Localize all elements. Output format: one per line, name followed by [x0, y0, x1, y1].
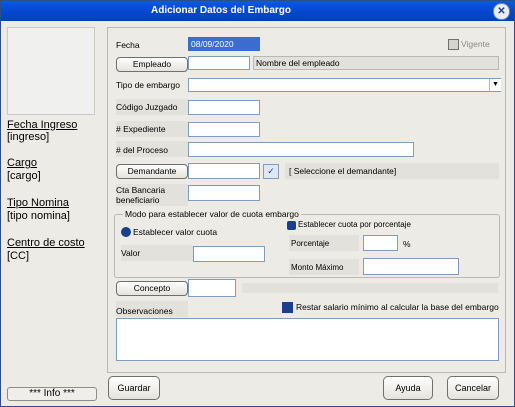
fecha-field[interactable]: 08/09/2020 — [188, 37, 260, 51]
cancelar-button[interactable]: Cancelar — [447, 376, 499, 400]
chevron-down-icon[interactable]: ▼ — [489, 79, 501, 91]
info-button[interactable]: *** Info *** — [7, 387, 97, 401]
codigo-juzgado-field[interactable] — [188, 100, 260, 115]
tipo-nomina-value: [tipo nomina] — [7, 210, 70, 222]
select-demandante-icon[interactable]: ✓ — [263, 164, 279, 179]
demandante-hint: [ Seleccione el demandante] — [289, 166, 397, 176]
employee-info-panel: Fecha Ingreso [ingreso] Cargo [cargo] Ti… — [7, 27, 95, 381]
empleado-button[interactable]: Empleado — [116, 57, 188, 72]
vigente-checkbox[interactable] — [448, 39, 459, 50]
vigente-label: Vigente — [461, 39, 490, 49]
concepto-field[interactable] — [188, 279, 236, 297]
concepto-description — [242, 283, 498, 293]
tipo-nomina-label: Tipo Nomina — [7, 197, 69, 209]
valor-label: Valor — [121, 248, 141, 258]
radio-valor-label: Establecer valor cuota — [133, 227, 218, 237]
cta-bancaria-field[interactable] — [188, 185, 260, 201]
demandante-button[interactable]: Demandante — [116, 164, 188, 179]
monto-maximo-field[interactable] — [363, 258, 459, 275]
radio-valor-cuota[interactable] — [121, 227, 131, 237]
radio-porcentaje[interactable] — [287, 221, 296, 230]
empleado-code-field[interactable] — [188, 56, 250, 70]
porcentaje-field[interactable] — [363, 235, 398, 251]
restar-salario-label: Restar salario mínimo al calcular la bas… — [296, 302, 499, 312]
codigo-juzgado-label: Código Juzgado — [116, 102, 178, 112]
form-panel: Fecha 08/09/2020 Vigente Empleado Nombre… — [107, 27, 506, 373]
centro-costo-value: [CC] — [7, 250, 29, 262]
fecha-ingreso-label: Fecha Ingreso — [7, 119, 78, 131]
radio-porcentaje-label: Establecer cuota por porcentaje — [298, 220, 411, 229]
restar-salario-checkbox[interactable] — [282, 302, 293, 313]
observaciones-textarea[interactable] — [116, 318, 499, 361]
fecha-ingreso-value: [ingreso] — [7, 131, 50, 143]
expediente-label: # Expediente — [116, 124, 166, 134]
title-bar: Adicionar Datos del Embargo ✕ — [1, 1, 514, 21]
employee-photo — [7, 27, 95, 115]
fecha-label: Fecha — [116, 40, 140, 50]
porcentaje-label: Porcentaje — [291, 239, 330, 248]
observaciones-label: Observaciones — [116, 306, 173, 316]
cuota-mode-group-title: Modo para establecer valor de cuota emba… — [123, 209, 301, 219]
cargo-value: [cargo] — [7, 170, 41, 182]
expediente-field[interactable] — [188, 122, 260, 137]
percent-sign: % — [403, 239, 411, 249]
cuota-mode-group: Modo para establecer valor de cuota emba… — [114, 209, 500, 278]
window-title: Adicionar Datos del Embargo — [150, 5, 292, 16]
tipo-embargo-select[interactable] — [188, 78, 501, 92]
proceso-label: # del Proceso — [116, 145, 168, 155]
cta-bancaria-label: Cta Bancaria beneficiario — [116, 185, 166, 205]
tipo-embargo-label: Tipo de embargo — [116, 80, 180, 90]
concepto-button[interactable]: Concepto — [116, 281, 188, 296]
monto-maximo-label: Monto Máximo — [291, 263, 344, 272]
guardar-button[interactable]: Guardar — [108, 376, 160, 400]
centro-costo-label: Centro de costo — [7, 237, 85, 249]
valor-field[interactable] — [193, 246, 265, 262]
close-icon[interactable]: ✕ — [493, 3, 510, 20]
cargo-label: Cargo — [7, 157, 37, 169]
empleado-name-field: Nombre del empleado — [253, 56, 499, 70]
demandante-field[interactable] — [188, 163, 260, 179]
dialog-window: Adicionar Datos del Embargo ✕ Fecha Ingr… — [0, 0, 515, 407]
ayuda-button[interactable]: Ayuda — [383, 376, 433, 400]
proceso-field[interactable] — [188, 142, 414, 157]
